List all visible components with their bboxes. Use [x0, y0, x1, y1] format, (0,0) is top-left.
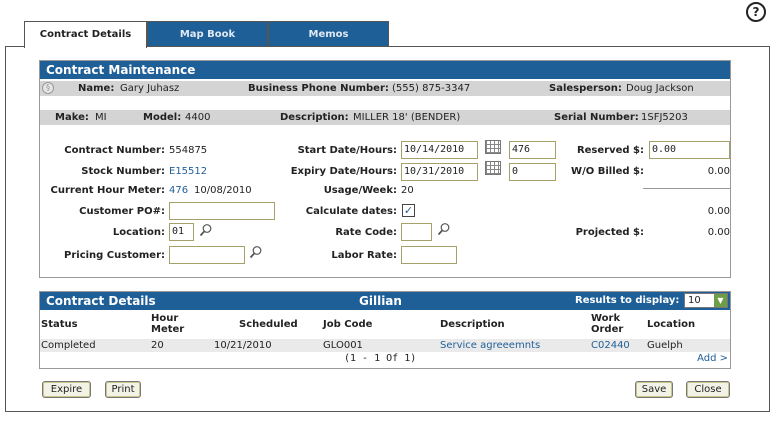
rate-code-label: Rate Code: [335, 227, 397, 238]
model-value: 4400 [185, 112, 211, 123]
projected-label: Projected $: [575, 227, 644, 238]
row-hour-meter: 20 [151, 340, 164, 351]
row-work-order-link[interactable]: C02440 [591, 339, 630, 352]
contract-number-label: Contract Number: [64, 145, 165, 156]
calculate-dates-label: Calculate dates: [305, 206, 397, 217]
results-select-value: 10 [688, 295, 701, 306]
name-label: Name: [78, 83, 115, 94]
tab-memos[interactable]: Memos [268, 21, 389, 47]
col-location: Location [647, 319, 696, 330]
contract-details-title: Contract Details [46, 294, 156, 308]
info-icon[interactable]: § [42, 82, 54, 94]
row-scheduled: 10/21/2010 [214, 340, 272, 351]
save-button[interactable]: Save [635, 381, 673, 398]
customer-name: Gary Juhasz [120, 83, 180, 94]
add-link[interactable]: Add > [697, 353, 728, 364]
tab-contract-details[interactable]: Contract Details [24, 21, 147, 48]
table-row[interactable]: Completed 20 10/21/2010 GLO001 Service a… [40, 339, 730, 352]
start-date-label: Start Date/Hours: [297, 145, 397, 156]
usage-week-value: 20 [401, 185, 414, 196]
wo-billed-label: W/O Billed $: [571, 166, 644, 177]
equipment-info-strip: Make: MI Model: 4400 Description: MILLER… [40, 110, 730, 125]
labor-rate-label: Labor Rate: [331, 250, 397, 261]
model-label: Model: [143, 112, 182, 123]
row-status: Completed [41, 340, 96, 351]
hour-meter-link[interactable]: 476 [169, 185, 188, 196]
row-job-code: GLO001 [323, 340, 363, 351]
projected-value: 0.00 [707, 227, 730, 238]
col-description: Description [440, 319, 505, 330]
location-label: Location: [112, 227, 165, 238]
print-button[interactable]: Print [105, 381, 141, 398]
col-work-order-line2: Order [591, 324, 624, 335]
col-status: Status [41, 319, 78, 330]
row-description-link[interactable]: Service agreeemnts [440, 339, 540, 352]
technician-name: Gillian [359, 294, 402, 308]
customer-po-label: Customer PO#: [79, 206, 165, 217]
hour-meter-date: 10/08/2010 [194, 185, 252, 196]
results-to-display-select[interactable]: 10 ▼ [684, 293, 728, 308]
subtotal-value: 0.00 [707, 206, 730, 217]
close-button[interactable]: Close [686, 381, 730, 398]
stock-number-link[interactable]: E15512 [169, 166, 207, 177]
calculate-dates-checkbox[interactable]: ✓ [402, 204, 415, 217]
expiry-date-calendar-icon[interactable] [485, 161, 501, 175]
usage-week-label: Usage/Week: [323, 185, 397, 196]
expiry-date-input[interactable]: 10/31/2010 [401, 163, 478, 181]
hour-meter-label: Current Hour Meter: [50, 185, 165, 196]
contract-maintenance-title: Contract Maintenance [40, 61, 730, 79]
col-work-order-line1: Work [591, 313, 621, 324]
serial-value: 1SFJ5203 [641, 112, 688, 123]
pricing-customer-label: Pricing Customer: [64, 250, 165, 261]
pagination-text: (1 - 1 Of 1) [344, 353, 417, 364]
phone-value: (555) 875-3347 [392, 83, 471, 94]
start-date-input[interactable]: 10/14/2010 [401, 141, 478, 159]
reserved-input[interactable]: 0.00 [649, 141, 730, 159]
salesperson-label: Salesperson: [549, 83, 622, 94]
tab-map-book[interactable]: Map Book [147, 21, 268, 47]
location-search-icon[interactable] [199, 223, 213, 237]
location-input[interactable]: 01 [169, 223, 194, 241]
row-location: Guelph [647, 340, 683, 351]
contract-maintenance-panel: Contract Maintenance § Name: Gary Juhasz… [39, 60, 731, 278]
tab-bar: Contract Details Map Book Memos [24, 21, 389, 48]
expiry-hours-input[interactable]: 0 [509, 163, 556, 181]
chevron-down-icon[interactable]: ▼ [714, 294, 727, 307]
serial-label: Serial Number: [554, 112, 639, 123]
wo-billed-value: 0.00 [707, 166, 730, 177]
labor-rate-input[interactable] [401, 246, 457, 264]
pricing-customer-search-icon[interactable] [249, 245, 263, 259]
tab-content-frame: Contract Maintenance § Name: Gary Juhasz… [5, 46, 770, 412]
pricing-customer-input[interactable] [169, 246, 245, 264]
col-scheduled: Scheduled [239, 319, 298, 330]
rate-code-input[interactable] [401, 223, 432, 241]
make-label: Make: [55, 112, 89, 123]
col-hour-meter-line2: Meter [151, 324, 185, 335]
description-value: MILLER 18' (BENDER) [353, 112, 461, 123]
contract-details-panel: Contract Details Gillian Results to disp… [39, 291, 731, 369]
col-job-code: Job Code [323, 319, 373, 330]
customer-po-input[interactable] [169, 202, 275, 220]
make-value: MI [95, 112, 107, 123]
description-label: Description: [280, 112, 349, 123]
help-icon[interactable]: ? [746, 2, 766, 22]
expire-button[interactable]: Expire [42, 381, 91, 398]
contract-number: 554875 [169, 145, 208, 156]
col-hour-meter-line1: Hour [151, 313, 179, 324]
stock-number-label: Stock Number: [81, 166, 165, 177]
contract-details-header: Contract Details Gillian Results to disp… [40, 292, 730, 310]
phone-label: Business Phone Number: [248, 83, 389, 94]
reserved-label: Reserved $: [576, 145, 644, 156]
expiry-date-label: Expiry Date/Hours: [290, 166, 397, 177]
start-date-calendar-icon[interactable] [485, 140, 501, 154]
customer-info-strip: § Name: Gary Juhasz Business Phone Numbe… [40, 81, 730, 96]
rate-code-search-icon[interactable] [437, 222, 451, 236]
subtotal-divider [643, 188, 731, 189]
salesperson-value: Doug Jackson [626, 83, 694, 94]
start-hours-input[interactable]: 476 [509, 141, 556, 159]
results-to-display-label: Results to display: [575, 295, 680, 306]
